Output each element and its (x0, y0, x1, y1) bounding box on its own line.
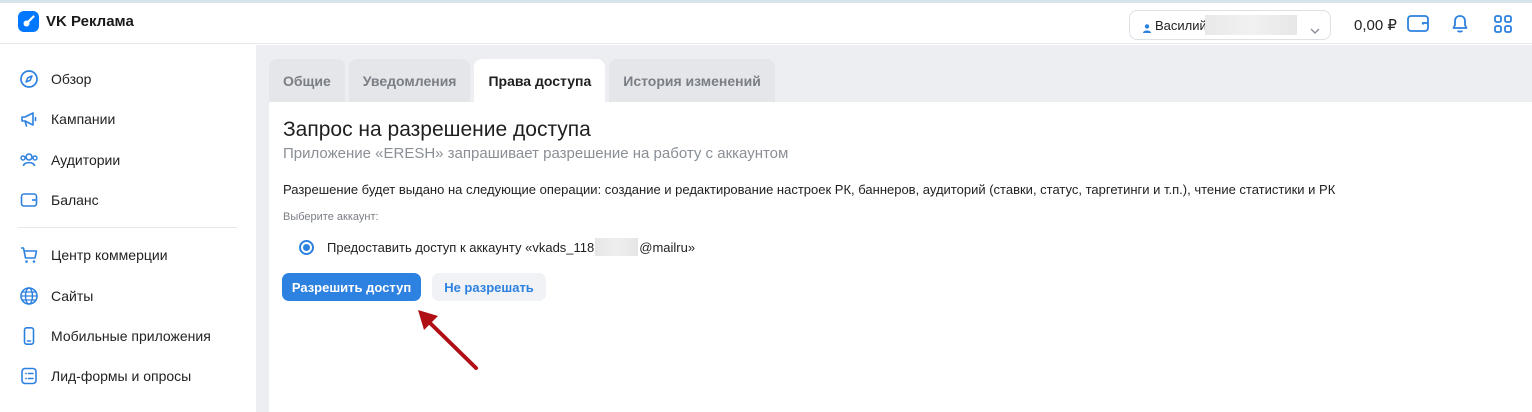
cart-icon (18, 244, 40, 266)
tab-general[interactable]: Общие (269, 59, 345, 102)
balance-amount[interactable]: 0,00 ₽ (1354, 16, 1397, 34)
sidebar-item-overview[interactable]: Обзор (18, 67, 91, 91)
sidebar-item-label: Кампании (51, 111, 116, 127)
sidebar-item-label: Центр коммерции (51, 247, 168, 263)
sidebar-item-balance[interactable]: Баланс (18, 188, 99, 212)
account-name: Василий (1155, 18, 1207, 33)
sidebar-item-campaigns[interactable]: Кампании (18, 107, 115, 131)
sidebar-divider (18, 227, 237, 228)
sidebar-item-audiences[interactable]: Аудитории (18, 148, 120, 172)
page-subtitle: Приложение «ERESH» запрашивает разрешени… (283, 145, 789, 162)
sidebar-item-label: Лид-формы и опросы (51, 368, 192, 384)
page-title: Запрос на разрешение доступа (283, 118, 591, 141)
sidebar-item-label: Обзор (51, 71, 92, 87)
account-name-redacted (1205, 15, 1297, 35)
bell-icon[interactable] (1449, 13, 1471, 38)
tab-access-rights[interactable]: Права доступа (474, 59, 606, 102)
permission-description: Разрешение будет выдано на следующие опе… (283, 182, 1336, 197)
settings-tabs: Общие Уведомления Права доступа История … (269, 59, 775, 102)
account-id-redacted (595, 238, 639, 256)
sidebar-item-label: Сайты (51, 288, 94, 304)
chevron-down-icon (1310, 21, 1320, 37)
account-option-label: Предоставить доступ к аккаунту «vkads_11… (327, 238, 695, 256)
sidebar-item-mobile-apps[interactable]: Мобильные приложения (18, 324, 211, 348)
compass-icon (18, 68, 40, 90)
account-radio-option[interactable]: Предоставить доступ к аккаунту «vkads_11… (299, 238, 695, 256)
annotation-arrow (418, 310, 478, 370)
apps-grid-icon[interactable] (1492, 13, 1514, 38)
deny-access-button[interactable]: Не разрешать (432, 273, 546, 301)
app-logo[interactable]: VK Реклама (18, 11, 134, 32)
choose-account-label: Выберите аккаунт: (283, 211, 379, 223)
tab-change-history[interactable]: История изменений (609, 59, 775, 102)
person-icon (1143, 20, 1151, 36)
sidebar-item-lead-forms[interactable]: Лид-формы и опросы (18, 364, 191, 388)
account-option-suffix: @mailru» (639, 239, 696, 255)
sidebar: Обзор Кампании Аудитории Баланс Центр ко… (0, 45, 256, 412)
users-icon (18, 149, 40, 171)
wallet-icon (18, 189, 40, 211)
megaphone-icon (18, 108, 40, 130)
tab-notifications[interactable]: Уведомления (348, 59, 471, 102)
radio-button-selected[interactable] (299, 239, 314, 255)
globe-icon (18, 285, 40, 307)
sidebar-item-sites[interactable]: Сайты (18, 284, 93, 308)
sidebar-item-label: Мобильные приложения (51, 328, 211, 344)
list-icon (18, 365, 40, 387)
allow-access-button[interactable]: Разрешить доступ (282, 273, 421, 301)
sidebar-item-label: Аудитории (51, 152, 121, 168)
vk-logo-icon (18, 11, 39, 32)
smartphone-icon (18, 325, 40, 347)
app-name: VK Реклама (46, 13, 134, 30)
account-select[interactable]: Василий (1129, 10, 1331, 40)
account-option-prefix: Предоставить доступ к аккаунту «vkads_11… (327, 239, 595, 255)
sidebar-item-label: Баланс (51, 192, 99, 208)
sidebar-item-commerce-center[interactable]: Центр коммерции (18, 243, 168, 267)
app-header: VK Реклама Василий 0,00 ₽ (0, 3, 1532, 44)
wallet-icon[interactable] (1406, 13, 1430, 36)
